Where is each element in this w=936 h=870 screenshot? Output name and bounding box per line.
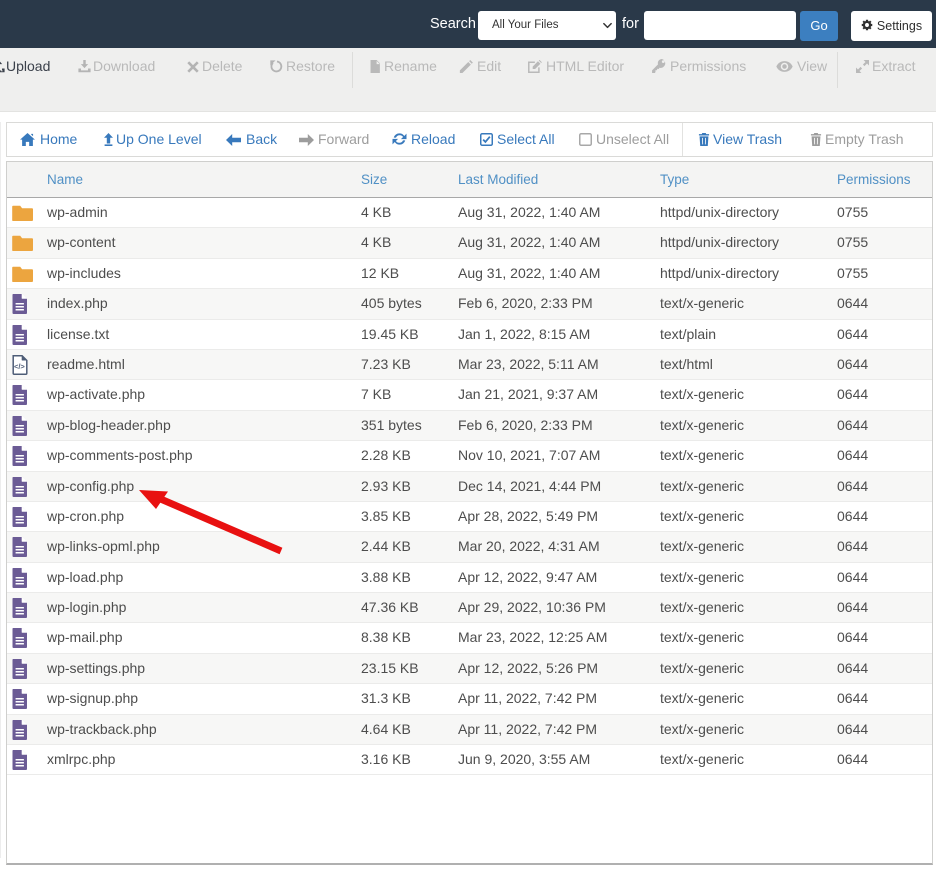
svg-text:</>: </> [13,362,24,371]
